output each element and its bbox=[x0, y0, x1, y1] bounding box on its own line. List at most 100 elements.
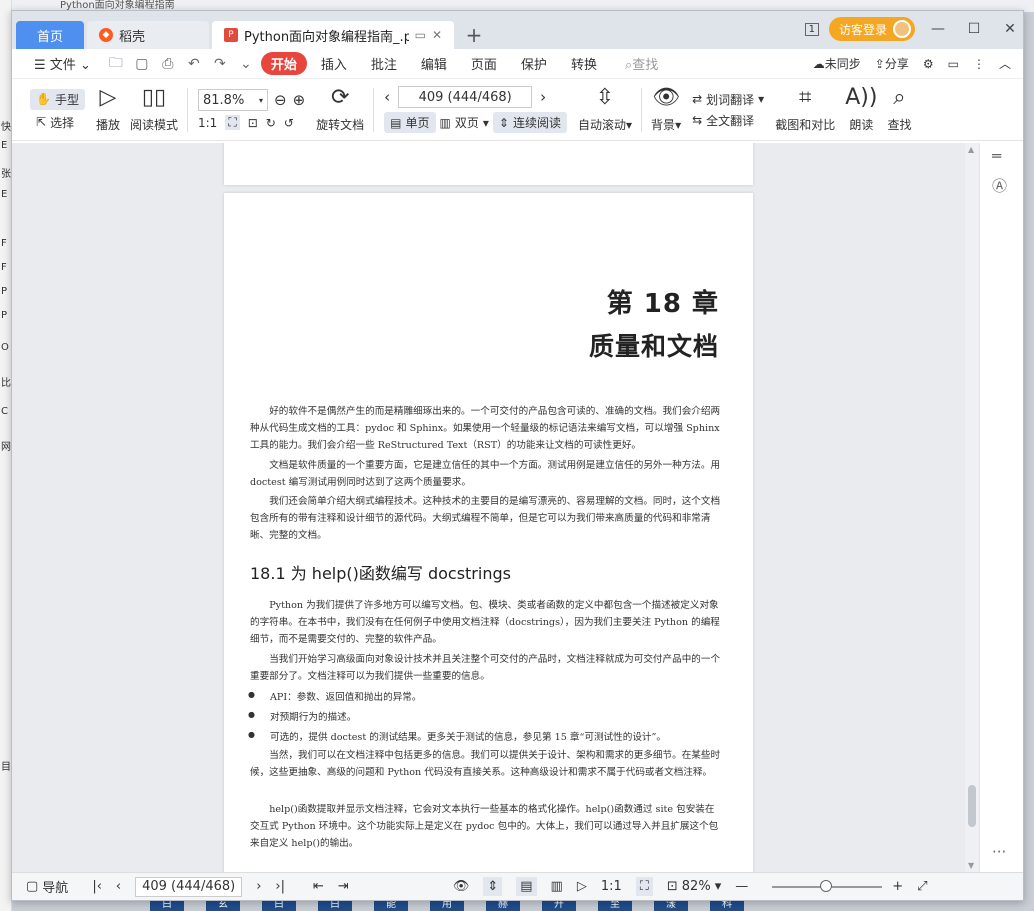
read-mode-label: 阅读模式 bbox=[129, 118, 178, 132]
continuous-status-icon[interactable]: ⇕ bbox=[483, 877, 503, 896]
fit-page-icon[interactable]: ⛶ bbox=[225, 115, 240, 130]
prev-page-status-icon[interactable]: ‹ bbox=[116, 879, 121, 894]
scroll-up-icon[interactable]: ▲ bbox=[968, 145, 974, 154]
undo-icon[interactable]: ↶ bbox=[183, 56, 205, 72]
rotate-document-button[interactable]: ⟳ 旋转文档 bbox=[311, 86, 369, 133]
next-page-status-icon[interactable]: › bbox=[256, 879, 261, 894]
actual-size-icon[interactable]: 1:1 bbox=[198, 116, 217, 130]
comment-icon[interactable]: ▭ bbox=[948, 57, 959, 71]
new-tab-button[interactable]: + bbox=[454, 21, 494, 49]
more-icon[interactable]: ⋮ bbox=[973, 57, 985, 71]
full-translate-button[interactable]: ⇆ 全文翻译 bbox=[692, 112, 764, 129]
read-mode-button[interactable]: ▯▯ 阅读模式 bbox=[125, 86, 183, 133]
file-menu[interactable]: ☰ 文件 ⌄ bbox=[24, 54, 101, 73]
bullet-item: 对预期行为的描述。 bbox=[248, 709, 356, 723]
next-page-icon[interactable]: › bbox=[540, 88, 546, 106]
search-panel-icon[interactable]: Ⓐ bbox=[992, 175, 1007, 196]
guest-login-button[interactable]: 访客登录 bbox=[828, 17, 915, 41]
menu-page[interactable]: 页面 bbox=[461, 54, 507, 73]
more-options-icon[interactable]: ··· bbox=[992, 843, 1006, 861]
zoom-slider-knob[interactable] bbox=[820, 879, 833, 892]
menu-annotate[interactable]: 批注 bbox=[361, 54, 407, 73]
fullscreen-icon[interactable]: ⤢ bbox=[917, 879, 927, 894]
zoom-select-status[interactable]: ⊡ 82% ▾ bbox=[667, 879, 721, 894]
dropdown-icon[interactable]: ⌄ bbox=[235, 56, 257, 72]
save-icon[interactable]: ▢ bbox=[131, 56, 153, 72]
zoom-out-icon[interactable]: ⊖ bbox=[274, 91, 287, 109]
double-page-button[interactable]: ▥ 双页 ▾ bbox=[440, 114, 489, 131]
play-label: 播放 bbox=[95, 118, 120, 132]
background-button[interactable]: 👁 背景▾ bbox=[646, 86, 686, 133]
zoom-value: 81.8% bbox=[203, 92, 245, 108]
print-icon[interactable]: ⎙ bbox=[157, 56, 179, 72]
menu-search[interactable]: ⌕查找 bbox=[611, 54, 658, 73]
tab-close-icon[interactable]: ✕ bbox=[432, 28, 442, 42]
tab-home[interactable]: 首页 bbox=[16, 21, 84, 49]
zoom-slider[interactable] bbox=[772, 879, 883, 892]
minimize-icon[interactable]: — bbox=[925, 21, 951, 37]
play-status-icon[interactable]: ▷ bbox=[577, 879, 587, 894]
full-translate-icon: ⇆ bbox=[692, 113, 703, 127]
tab-pin-icon[interactable]: ▭ bbox=[415, 28, 426, 42]
page-number-input[interactable]: 409 (444/468) bbox=[398, 86, 533, 108]
fit-width-icon[interactable]: ⊡ bbox=[248, 116, 258, 130]
settings-icon[interactable]: ⚙ bbox=[923, 57, 934, 71]
open-folder-icon[interactable]: 🗀 bbox=[105, 52, 127, 76]
share-button[interactable]: ⇪分享 bbox=[875, 55, 909, 72]
select-tool-button[interactable]: ⇱ 选择 bbox=[30, 114, 85, 131]
close-window-icon[interactable]: ✕ bbox=[997, 21, 1023, 37]
rotate-left-icon[interactable]: ↻ bbox=[266, 116, 276, 130]
tab-docer[interactable]: ◆ 稻壳 bbox=[87, 21, 209, 49]
screenshot-compare-button[interactable]: ⌗ 截图和对比 bbox=[770, 86, 840, 133]
last-page-icon[interactable]: ›| bbox=[275, 879, 285, 894]
fit-page-status-icon[interactable]: ⛶ bbox=[635, 877, 653, 896]
read-aloud-button[interactable]: A)) 朗读 bbox=[840, 86, 882, 133]
menu-edit[interactable]: 编辑 bbox=[411, 54, 457, 73]
single-page-button[interactable]: ▤ 单页 bbox=[384, 112, 436, 133]
divider bbox=[641, 87, 643, 132]
chapter-title: 质量和文档 bbox=[588, 332, 719, 361]
tab-document[interactable]: P Python面向对象编程指南_.pdf ▭ ✕ bbox=[212, 21, 454, 49]
continuous-read-button[interactable]: ⇕ 连续阅读 bbox=[492, 112, 567, 133]
redo-icon[interactable]: ↷ bbox=[209, 56, 231, 72]
sync-status[interactable]: ☁未同步 bbox=[813, 55, 861, 72]
vertical-scrollbar[interactable]: ▲ ▼ bbox=[965, 143, 979, 872]
menu-start[interactable]: 开始 bbox=[260, 52, 307, 75]
auto-scroll-button[interactable]: ⇳ 自动滚动▾ bbox=[573, 86, 637, 133]
menu-convert[interactable]: 转换 bbox=[561, 54, 607, 73]
zoom-select[interactable]: 81.8% ▾ bbox=[198, 89, 268, 111]
maximize-icon[interactable]: ☐ bbox=[961, 21, 987, 37]
eye-protection-icon[interactable]: 👁 bbox=[453, 879, 470, 894]
forward-icon[interactable]: ⇥ bbox=[338, 879, 349, 894]
word-translate-button[interactable]: ⇄ 划词翻译 ▾ bbox=[692, 91, 764, 108]
hand-tool-button[interactable]: ✋ 手型 bbox=[30, 88, 85, 110]
first-page-icon[interactable]: |‹ bbox=[92, 879, 102, 894]
actual-size-status-icon[interactable]: 1:1 bbox=[601, 879, 622, 894]
status-page-input[interactable]: 409 (444/468) bbox=[135, 876, 243, 897]
paragraph: 文档是软件质量的一个重要方面，它是建立信任的其中一个方面。测试用例是建立信任的另… bbox=[250, 460, 721, 488]
paragraph: 好的软件不是偶然产生的而是精雕细琢出来的。一个可交付的产品包含可读的、准确的文档… bbox=[250, 406, 721, 451]
zoom-in-icon[interactable]: ⊕ bbox=[293, 91, 306, 109]
zoom-in-status-icon[interactable]: + bbox=[892, 879, 903, 894]
navigation-button[interactable]: ▢ 导航 bbox=[26, 877, 68, 896]
document-workspace[interactable]: 第 18 章 质量和文档 好的软件不是偶然产生的而是精雕细琢出来的。一个可交付的… bbox=[12, 143, 1023, 872]
scroll-down-icon[interactable]: ▼ bbox=[968, 861, 974, 870]
double-page-status-icon[interactable]: ▥ bbox=[551, 879, 563, 894]
single-page-status-icon[interactable]: ▤ bbox=[516, 877, 537, 896]
word-translate-label: 划词翻译 bbox=[706, 92, 755, 107]
paragraph: Python 为我们提供了许多地方可以编写文档。包、模块、类或者函数的定义中都包… bbox=[250, 600, 720, 645]
play-button[interactable]: ▷ 播放 bbox=[91, 86, 125, 133]
page-count-badge[interactable]: 1 bbox=[804, 22, 819, 36]
rotate-right-icon[interactable]: ↺ bbox=[284, 116, 294, 130]
find-button[interactable]: ⌕ 查找 bbox=[882, 86, 916, 133]
prev-page-icon[interactable]: ‹ bbox=[384, 88, 390, 106]
panel-toggle-icon[interactable]: ═ bbox=[992, 147, 1001, 165]
double-page-label: 双页 bbox=[454, 116, 479, 130]
back-icon[interactable]: ⇤ bbox=[313, 879, 324, 894]
menu-search-label: 查找 bbox=[632, 58, 659, 73]
menu-protect[interactable]: 保护 bbox=[511, 54, 557, 73]
collapse-ribbon-icon[interactable]: ︿ bbox=[999, 55, 1011, 72]
menu-insert[interactable]: 插入 bbox=[311, 54, 357, 73]
zoom-out-status-icon[interactable]: — bbox=[735, 879, 748, 894]
scroll-thumb[interactable] bbox=[968, 785, 976, 827]
